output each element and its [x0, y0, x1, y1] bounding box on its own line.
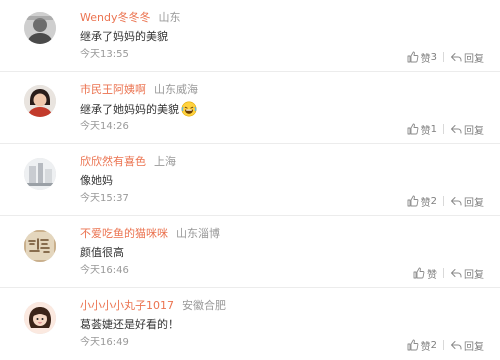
comment-text: 葛荟婕还是好看的！ — [80, 318, 179, 331]
like-label: 赞 — [427, 269, 437, 281]
comment-list: Wendy冬冬冬 山东 继承了妈妈的美貌 今天13:55 赞3 回复 市民王阿姨… — [0, 0, 500, 357]
comment-actions: 赞3 回复 — [407, 50, 484, 65]
like-count: 2 — [430, 195, 437, 207]
comment-text: 颜值很高 — [80, 246, 124, 259]
comment-actions: 赞 回复 — [413, 266, 484, 281]
like-button[interactable]: 赞2 — [407, 194, 437, 209]
comment-actions: 赞1 回复 — [407, 122, 484, 137]
like-count: 1 — [430, 123, 437, 135]
comment-actions: 赞2 回复 — [407, 194, 484, 209]
timestamp: 今天16:49 — [80, 337, 129, 348]
comment-text: 像她妈 — [80, 174, 113, 187]
like-button[interactable]: 赞2 — [407, 338, 437, 353]
divider — [443, 196, 444, 206]
divider — [443, 124, 444, 134]
location-label: 上海 — [154, 155, 176, 168]
like-button[interactable]: 赞3 — [407, 50, 437, 65]
reply-arrow-icon — [451, 341, 462, 350]
thumbs-up-icon — [407, 339, 418, 351]
like-button[interactable]: 赞 — [413, 266, 437, 281]
like-label: 赞 — [420, 197, 431, 209]
thumbs-up-icon — [407, 195, 418, 207]
reply-arrow-icon — [451, 197, 462, 206]
like-button[interactable]: 赞1 — [407, 122, 437, 137]
comment-header: 市民王阿姨啊 山东威海 — [80, 82, 198, 98]
username-link[interactable]: Wendy冬冬冬 — [80, 11, 150, 24]
divider — [443, 52, 444, 62]
reply-button[interactable]: 回复 — [450, 194, 484, 209]
avatar[interactable] — [24, 158, 56, 190]
location-label: 山东淄博 — [176, 227, 220, 240]
avatar[interactable] — [24, 230, 56, 262]
reply-button[interactable]: 回复 — [450, 50, 484, 65]
reply-arrow-icon — [451, 125, 462, 134]
comment-item: 欣欣然有喜色 上海 像她妈 今天15:37 赞2 回复 — [0, 144, 500, 216]
like-count: 3 — [430, 51, 437, 63]
comment-header: 小小小小丸子1017 安徽合肥 — [80, 298, 226, 314]
thumbs-up-icon — [413, 267, 425, 279]
reply-label: 回复 — [464, 341, 484, 353]
timestamp: 今天14:26 — [80, 121, 129, 132]
reply-button[interactable]: 回复 — [450, 266, 484, 281]
reply-label: 回复 — [464, 125, 484, 137]
timestamp: 今天15:37 — [80, 193, 129, 204]
avatar[interactable] — [24, 85, 56, 117]
thumbs-up-icon — [407, 51, 418, 63]
reply-label: 回复 — [464, 197, 484, 209]
thumbs-up-icon — [407, 123, 418, 135]
location-label: 山东威海 — [154, 83, 198, 96]
like-count: 2 — [430, 339, 437, 351]
comment-item: 不爱吃鱼的猫咪咪 山东淄博 颜值很高 今天16:46 赞 回复 — [0, 216, 500, 288]
comment-item: 市民王阿姨啊 山东威海 继承了她妈妈的美貌 今天14:26 赞1 回复 — [0, 72, 500, 144]
location-label: 山东 — [158, 11, 181, 24]
timestamp: 今天16:46 — [80, 265, 129, 276]
reply-label: 回复 — [464, 53, 484, 65]
avatar[interactable] — [24, 302, 56, 334]
username-link[interactable]: 市民王阿姨啊 — [80, 83, 146, 96]
avatar[interactable] — [24, 12, 56, 44]
comment-text: 继承了妈妈的美貌 — [80, 30, 168, 43]
reply-arrow-icon — [451, 53, 462, 62]
comment-item: 小小小小丸子1017 安徽合肥 葛荟婕还是好看的！ 今天16:49 赞2 回复 — [0, 288, 500, 360]
divider — [443, 268, 444, 278]
reply-label: 回复 — [464, 269, 484, 281]
laughing-emoji-icon — [181, 101, 197, 117]
username-link[interactable]: 欣欣然有喜色 — [80, 155, 146, 168]
location-label: 安徽合肥 — [182, 299, 226, 312]
comment-text: 继承了她妈妈的美貌 — [80, 101, 197, 118]
comment-item: Wendy冬冬冬 山东 继承了妈妈的美貌 今天13:55 赞3 回复 — [0, 0, 500, 72]
username-link[interactable]: 不爱吃鱼的猫咪咪 — [80, 227, 168, 240]
reply-button[interactable]: 回复 — [450, 338, 484, 353]
divider — [443, 340, 444, 350]
comment-header: Wendy冬冬冬 山东 — [80, 10, 180, 26]
comment-header: 欣欣然有喜色 上海 — [80, 154, 176, 170]
username-link[interactable]: 小小小小丸子1017 — [80, 299, 174, 312]
reply-button[interactable]: 回复 — [450, 122, 484, 137]
timestamp: 今天13:55 — [80, 49, 129, 60]
like-label: 赞 — [420, 53, 431, 65]
like-label: 赞 — [420, 341, 431, 353]
comment-actions: 赞2 回复 — [407, 338, 484, 353]
reply-arrow-icon — [451, 269, 462, 278]
comment-header: 不爱吃鱼的猫咪咪 山东淄博 — [80, 226, 220, 242]
like-label: 赞 — [420, 125, 431, 137]
comment-text-content: 继承了她妈妈的美貌 — [80, 103, 179, 116]
